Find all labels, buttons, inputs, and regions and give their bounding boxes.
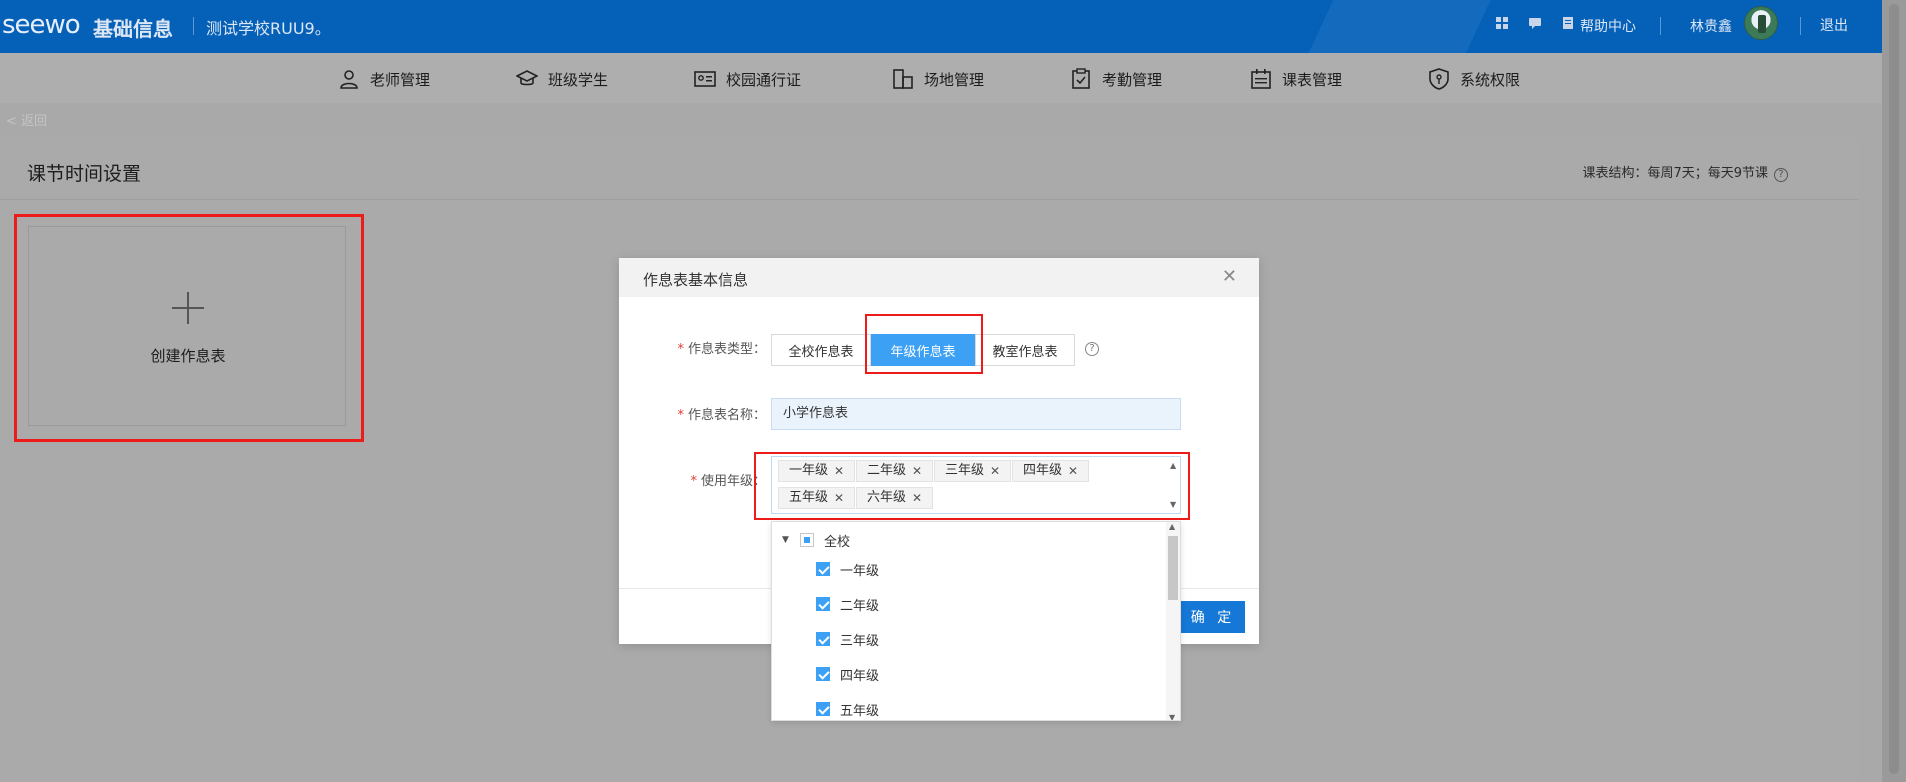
arrow-up-icon[interactable]: ▲ bbox=[1169, 522, 1175, 531]
logout-link[interactable]: 退出 bbox=[1820, 15, 1848, 35]
type-option-school[interactable]: 全校作息表 bbox=[771, 334, 871, 366]
tree-node-label: 二年级 bbox=[840, 598, 880, 614]
tree-node-label: 一年级 bbox=[840, 563, 880, 579]
plus-icon bbox=[172, 292, 204, 324]
checked-checkbox[interactable] bbox=[816, 632, 830, 646]
tree-node-grade[interactable]: 三年级 bbox=[816, 625, 879, 653]
tree-node-label: 全校 bbox=[824, 534, 851, 550]
dialog-title: 作息表基本信息 bbox=[643, 271, 749, 289]
graduation-cap-icon bbox=[515, 68, 539, 90]
tree-node-root[interactable]: ▼ 全校 bbox=[782, 526, 850, 554]
nav-label: 班级学生 bbox=[548, 70, 609, 89]
top-header: seewo 基础信息 测试学校RUU9。 帮助中心 林贵鑫 退出 bbox=[0, 0, 1882, 53]
tree-node-label: 五年级 bbox=[840, 703, 880, 719]
close-icon[interactable]: ✕ bbox=[1222, 266, 1237, 287]
confirm-button[interactable]: 确 定 bbox=[1181, 601, 1245, 633]
help-question-icon[interactable]: ? bbox=[1085, 342, 1099, 356]
nav-item-pass[interactable]: 校园通行证 bbox=[694, 67, 801, 91]
nav-label: 考勤管理 bbox=[1102, 70, 1163, 89]
scrollbar-thumb[interactable] bbox=[1168, 536, 1178, 600]
clipboard-check-icon bbox=[1070, 68, 1092, 90]
dialog-header: 作息表基本信息 ✕ bbox=[619, 258, 1259, 297]
arrow-down-icon[interactable]: ▼ bbox=[1169, 713, 1175, 720]
building-icon bbox=[892, 68, 914, 90]
header-divider bbox=[1660, 17, 1661, 35]
tree-node-label: 三年级 bbox=[840, 633, 880, 649]
page-title: 课节时间设置 bbox=[27, 163, 142, 185]
tree-node-label: 四年级 bbox=[840, 668, 880, 684]
message-icon[interactable] bbox=[1527, 16, 1543, 32]
checked-checkbox[interactable] bbox=[816, 667, 830, 681]
nav-item-permission[interactable]: 系统权限 bbox=[1428, 67, 1520, 91]
type-label: * 作息表类型： bbox=[677, 342, 766, 357]
name-label: * 作息表名称： bbox=[677, 408, 766, 423]
header-divider bbox=[1800, 17, 1801, 35]
create-schedule-label: 创建作息表 bbox=[150, 347, 226, 365]
tree-node-grade[interactable]: 五年级 bbox=[816, 695, 880, 720]
nav-item-class[interactable]: 班级学生 bbox=[515, 67, 609, 91]
grade-tree-dropdown: ▼ 全校 一年级 二年级 三年级 四年级 五年级 ▲ ▼ bbox=[771, 521, 1181, 721]
partial-checkbox[interactable] bbox=[800, 533, 814, 547]
checked-checkbox[interactable] bbox=[816, 702, 830, 716]
checked-checkbox[interactable] bbox=[816, 562, 830, 576]
checked-checkbox[interactable] bbox=[816, 597, 830, 611]
app-name: 基础信息 bbox=[93, 17, 173, 41]
header-divider bbox=[193, 17, 194, 35]
help-question-icon[interactable]: ? bbox=[1774, 168, 1788, 182]
nav-label: 校园通行证 bbox=[726, 70, 802, 89]
schedule-name-input[interactable]: 小学作息表 bbox=[771, 398, 1181, 430]
nav-item-timetable[interactable]: 课表管理 bbox=[1250, 67, 1342, 91]
page-scrollbar[interactable] bbox=[1882, 0, 1906, 782]
page-header: 课节时间设置 课表结构：每周7天；每天9节课? bbox=[0, 138, 1858, 200]
tree-node-grade[interactable]: 四年级 bbox=[816, 660, 879, 688]
grade-label: * 使用年级： bbox=[690, 474, 766, 489]
user-icon bbox=[338, 68, 360, 90]
nav-label: 课表管理 bbox=[1282, 70, 1343, 89]
user-name[interactable]: 林贵鑫 bbox=[1690, 16, 1732, 36]
tree-node-grade[interactable]: 一年级 bbox=[816, 555, 879, 583]
seewo-logo: seewo bbox=[2, 10, 81, 40]
nav-item-attendance[interactable]: 考勤管理 bbox=[1070, 67, 1162, 91]
avatar[interactable] bbox=[1744, 6, 1778, 40]
dropdown-scrollbar[interactable]: ▲ ▼ bbox=[1166, 522, 1180, 720]
document-icon bbox=[1560, 16, 1576, 32]
tree-node-grade[interactable]: 二年级 bbox=[816, 590, 879, 618]
nav-label: 场地管理 bbox=[924, 70, 985, 89]
nav-item-venue[interactable]: 场地管理 bbox=[892, 67, 984, 91]
help-center-link[interactable]: 帮助中心 bbox=[1580, 16, 1636, 36]
structure-text: 课表结构：每周7天；每天9节课 bbox=[1582, 166, 1768, 181]
highlight-box bbox=[865, 314, 983, 374]
scrollbar-thumb[interactable] bbox=[1889, 4, 1899, 774]
back-link[interactable]: < 返回 bbox=[6, 110, 47, 129]
apps-grid-icon[interactable] bbox=[1494, 16, 1510, 32]
main-nav: 老师管理 班级学生 校园通行证 场地管理 考勤管理 课表管理 系统权限 bbox=[0, 53, 1882, 103]
nav-label: 老师管理 bbox=[370, 70, 431, 89]
id-card-icon bbox=[694, 68, 716, 90]
nav-item-teacher[interactable]: 老师管理 bbox=[338, 67, 430, 91]
type-option-classroom[interactable]: 教室作息表 bbox=[975, 334, 1075, 366]
nav-label: 系统权限 bbox=[1460, 70, 1521, 89]
highlight-box bbox=[754, 452, 1190, 520]
create-schedule-card[interactable]: 创建作息表 bbox=[28, 226, 346, 426]
shield-icon bbox=[1428, 68, 1450, 90]
calendar-icon bbox=[1250, 68, 1272, 90]
timetable-structure: 课表结构：每周7天；每天9节课? bbox=[1582, 162, 1788, 182]
school-name[interactable]: 测试学校RUU9。 bbox=[206, 15, 331, 39]
caret-down-icon[interactable]: ▼ bbox=[782, 535, 792, 545]
